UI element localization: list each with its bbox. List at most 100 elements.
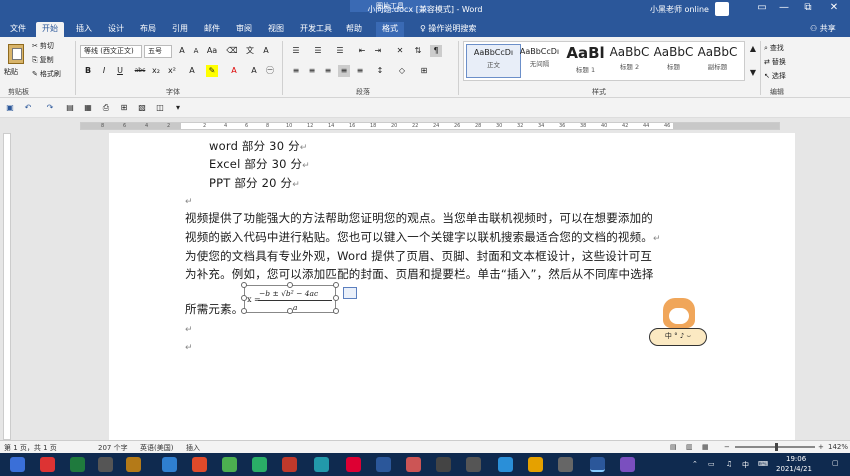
empty-paragraph[interactable]: ↵: [185, 321, 193, 335]
customize-qat-icon[interactable]: ▾: [172, 102, 184, 114]
zoom-slider[interactable]: [735, 443, 815, 451]
document-page[interactable]: word 部分 30 分↵ Excel 部分 30 分↵ PPT 部分 20 分…: [109, 133, 795, 440]
tab-references[interactable]: 引用: [166, 22, 194, 37]
tab-help[interactable]: 帮助: [340, 22, 368, 37]
word-count[interactable]: 207 个字: [98, 443, 128, 453]
tab-mailings[interactable]: 邮件: [198, 22, 226, 37]
word-active-icon[interactable]: [590, 457, 605, 472]
tab-layout[interactable]: 布局: [134, 22, 162, 37]
align-right-icon[interactable]: ≡: [322, 65, 334, 77]
resize-handle[interactable]: [241, 282, 247, 288]
tab-review[interactable]: 审阅: [230, 22, 258, 37]
asian-layout-icon[interactable]: ✕: [394, 45, 406, 57]
word-icon[interactable]: [376, 457, 391, 472]
doc-line[interactable]: 所需元素。: [185, 301, 244, 317]
ribbon-display-icon[interactable]: ▭: [752, 2, 772, 13]
tell-me-search[interactable]: ♀ 操作说明搜索: [414, 22, 482, 37]
table-icon[interactable]: ⊞: [118, 102, 130, 114]
resize-handle[interactable]: [333, 295, 339, 301]
tab-file[interactable]: 文件: [4, 22, 32, 37]
doc-line[interactable]: 为补充。例如，您可以添加匹配的封面、页眉和提要栏。单击“插入”，然后从不同库中选…: [185, 266, 654, 282]
app-icon[interactable]: [40, 457, 55, 472]
resize-handle[interactable]: [241, 308, 247, 314]
web-layout-icon[interactable]: ▦: [702, 443, 709, 451]
open-icon[interactable]: ▦: [82, 102, 94, 114]
doc-line[interactable]: 视频的嵌入代码中进行粘贴。您也可以键入一个关键字以联机搜索最适合您的文档的视频。…: [185, 229, 661, 245]
multilevel-list-icon[interactable]: ☰: [334, 45, 346, 57]
vertical-ruler[interactable]: [0, 133, 14, 440]
show-marks-icon[interactable]: ¶: [430, 45, 442, 57]
font-name-select[interactable]: 等线 (西文正文): [80, 45, 142, 58]
app-icon[interactable]: [70, 457, 85, 472]
phonetic-guide-icon[interactable]: 文: [244, 45, 256, 57]
tab-developer[interactable]: 开发工具: [294, 22, 338, 37]
app-icon[interactable]: [528, 457, 543, 472]
italic-button[interactable]: I: [98, 65, 110, 77]
copy-button[interactable]: ⎘ 复制: [32, 55, 54, 65]
print-layout-icon[interactable]: ▥: [686, 443, 693, 451]
tab-home[interactable]: 开始: [36, 22, 64, 37]
empty-paragraph[interactable]: ↵: [185, 339, 193, 353]
doc-line[interactable]: Excel 部分 30 分↵: [209, 156, 310, 172]
shrink-font-icon[interactable]: A: [190, 45, 202, 57]
resize-handle[interactable]: [333, 282, 339, 288]
styles-more-icon[interactable]: ▼: [747, 67, 759, 79]
format-painter-button[interactable]: ✎ 格式刷: [32, 69, 61, 79]
align-center-icon[interactable]: ≡: [306, 65, 318, 77]
superscript-button[interactable]: x²: [166, 65, 178, 77]
app-icon[interactable]: [406, 457, 421, 472]
increase-indent-icon[interactable]: ⇥: [372, 45, 384, 57]
print-preview-icon[interactable]: ⎙: [100, 102, 112, 114]
bold-button[interactable]: B: [82, 65, 94, 77]
zoom-level[interactable]: 142%: [828, 443, 848, 451]
page-count[interactable]: 第 1 页，共 1 页: [4, 443, 57, 453]
replace-button[interactable]: ⇄ 替换: [764, 57, 786, 67]
font-size-select[interactable]: 五号: [144, 45, 172, 58]
resize-handle[interactable]: [241, 295, 247, 301]
picture-icon[interactable]: ▧: [136, 102, 148, 114]
borders-icon[interactable]: ⊞: [418, 65, 430, 77]
highlight-icon[interactable]: ✎: [206, 65, 218, 77]
app-icon[interactable]: [162, 457, 177, 472]
zoom-knob[interactable]: [775, 443, 778, 451]
restore-button[interactable]: ⧉: [798, 2, 818, 13]
doc-line[interactable]: 视频提供了功能强大的方法帮助您证明您的观点。当您单击联机视频时，可以在想要添加的: [185, 210, 653, 226]
app-icon[interactable]: [466, 457, 481, 472]
app-icon[interactable]: [192, 457, 207, 472]
enclose-char-icon[interactable]: ㊀: [264, 65, 276, 77]
keyboard-icon[interactable]: ⌨: [758, 460, 768, 468]
insert-mode[interactable]: 插入: [186, 443, 200, 453]
zoom-out-icon[interactable]: −: [724, 443, 730, 451]
doc-line[interactable]: PPT 部分 20 分↵: [209, 175, 300, 191]
language[interactable]: 英语(美国): [140, 443, 173, 453]
bullets-icon[interactable]: ☰: [290, 45, 302, 57]
style-subtitle[interactable]: AaBbC 副标题: [690, 44, 745, 78]
shading-icon[interactable]: ◇: [396, 65, 408, 77]
paste-button[interactable]: [6, 42, 26, 68]
minimize-button[interactable]: —: [774, 2, 794, 13]
chrome-icon[interactable]: [222, 457, 237, 472]
avatar[interactable]: [715, 2, 729, 16]
ime-indicator[interactable]: 中: [742, 460, 749, 470]
cut-button[interactable]: ✂ 剪切: [32, 41, 54, 51]
change-case-icon[interactable]: Aa: [206, 45, 218, 57]
find-button[interactable]: ⌕ 查找: [764, 43, 784, 53]
read-mode-icon[interactable]: ▤: [670, 443, 677, 451]
clear-format-icon[interactable]: ⌫: [226, 45, 238, 57]
undo-icon[interactable]: ↶: [22, 102, 34, 114]
strikethrough-button[interactable]: abc: [132, 65, 148, 77]
doc-line[interactable]: 为使您的文档具有专业外观，Word 提供了页眉、页脚、封面和文本框设计，这些设计…: [185, 248, 652, 264]
font-color-icon[interactable]: A: [228, 65, 240, 77]
line-spacing-icon[interactable]: ↕: [374, 65, 386, 77]
zoom-in-icon[interactable]: +: [818, 443, 824, 451]
tab-view[interactable]: 视图: [262, 22, 290, 37]
volume-icon[interactable]: ♫: [726, 460, 732, 468]
notification-icon[interactable]: ▢: [832, 459, 839, 467]
distributed-icon[interactable]: ≡: [354, 65, 366, 77]
text-effects-icon[interactable]: A: [186, 65, 198, 77]
resize-handle[interactable]: [287, 308, 293, 314]
numbering-icon[interactable]: ☰: [312, 45, 324, 57]
align-left-icon[interactable]: ≡: [290, 65, 302, 77]
app-icon[interactable]: [620, 457, 635, 472]
horizontal-ruler[interactable]: 8 6 4 2 2 4 6 8 10 12 14 16 18 20 22 24 …: [0, 118, 850, 133]
